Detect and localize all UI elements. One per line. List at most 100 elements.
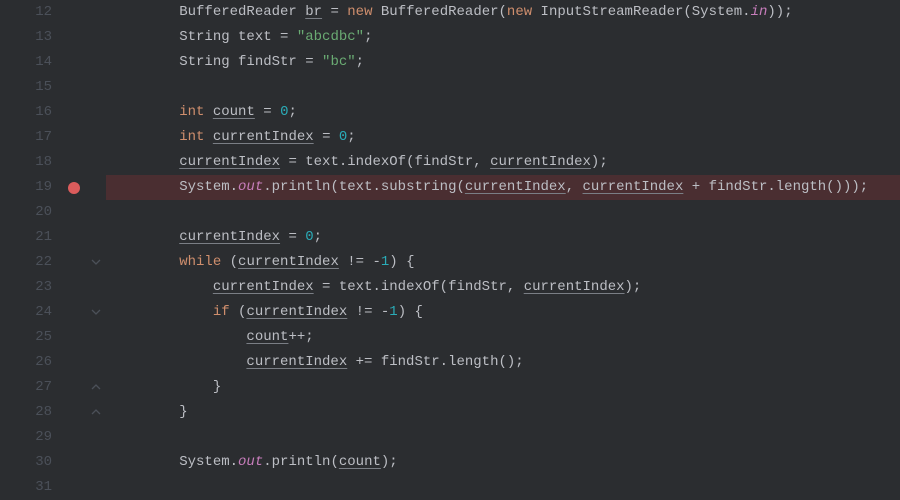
line-number[interactable]: 12 — [0, 0, 52, 25]
code-editor[interactable]: 1213141516171819202122232425262728293031… — [0, 0, 900, 500]
fold-cell[interactable] — [88, 100, 106, 125]
code-token[interactable]: , — [566, 179, 583, 195]
fold-cell[interactable] — [88, 125, 106, 150]
code-token[interactable]: "abcdbc" — [297, 29, 364, 45]
line-number[interactable]: 13 — [0, 25, 52, 50]
breakpoint-cell[interactable] — [60, 350, 88, 375]
code-token[interactable]: + findStr.length())); — [683, 179, 868, 195]
line-number[interactable]: 16 — [0, 100, 52, 125]
code-token[interactable]: int — [179, 129, 204, 145]
code-token[interactable]: count — [213, 104, 255, 120]
fold-cell[interactable] — [88, 325, 106, 350]
code-token[interactable]: currentIndex — [246, 354, 347, 370]
code-token[interactable]: "bc" — [322, 54, 356, 70]
code-token[interactable]: new — [507, 4, 532, 20]
line-number[interactable]: 29 — [0, 425, 52, 450]
code-line[interactable]: String text = "abcdbc"; — [112, 25, 900, 50]
code-token[interactable]: br — [305, 4, 322, 20]
line-number[interactable]: 14 — [0, 50, 52, 75]
code-line[interactable]: while (currentIndex != -1) { — [112, 250, 900, 275]
code-token[interactable]: } — [213, 379, 221, 395]
code-token[interactable]: while — [179, 254, 221, 270]
code-token[interactable]: )); — [767, 4, 792, 20]
code-token[interactable]: out — [238, 179, 263, 195]
line-number[interactable]: 18 — [0, 150, 52, 175]
fold-cell[interactable] — [88, 400, 106, 425]
fold-column[interactable] — [88, 0, 106, 500]
line-number[interactable]: 26 — [0, 350, 52, 375]
code-token[interactable]: currentIndex — [213, 279, 314, 295]
line-number[interactable]: 22 — [0, 250, 52, 275]
line-number-gutter[interactable]: 1213141516171819202122232425262728293031 — [0, 0, 60, 500]
fold-cell[interactable] — [88, 50, 106, 75]
line-number[interactable]: 27 — [0, 375, 52, 400]
code-token[interactable]: ) { — [398, 304, 423, 320]
code-token[interactable]: ( — [221, 254, 238, 270]
code-token[interactable]: 0 — [305, 229, 313, 245]
code-line[interactable]: System.out.println(text.substring(curren… — [112, 175, 900, 200]
code-token[interactable]: count — [339, 454, 381, 470]
code-line[interactable] — [112, 75, 900, 100]
code-token[interactable]: = — [322, 4, 347, 20]
code-token[interactable]: String findStr = — [179, 54, 322, 70]
code-token[interactable]: System. — [179, 454, 238, 470]
breakpoint-cell[interactable] — [60, 225, 88, 250]
fold-cell[interactable] — [88, 25, 106, 50]
code-line[interactable]: count++; — [112, 325, 900, 350]
code-token[interactable]: 1 — [389, 304, 397, 320]
fold-open-icon[interactable] — [90, 305, 102, 319]
code-token[interactable]: ; — [314, 229, 322, 245]
code-token[interactable]: .println(text.substring( — [263, 179, 465, 195]
code-token[interactable]: currentIndex — [213, 129, 314, 145]
fold-close-icon[interactable] — [90, 405, 102, 419]
fold-cell[interactable] — [88, 250, 106, 275]
fold-cell[interactable] — [88, 475, 106, 500]
fold-cell[interactable] — [88, 200, 106, 225]
code-token[interactable]: new — [347, 4, 372, 20]
code-token[interactable]: ( — [230, 304, 247, 320]
code-line[interactable]: int currentIndex = 0; — [112, 125, 900, 150]
code-area[interactable]: BufferedReader br = new BufferedReader(n… — [106, 0, 900, 500]
code-token[interactable]: out — [238, 454, 263, 470]
code-token[interactable]: int — [179, 104, 204, 120]
code-token[interactable]: String text = — [179, 29, 297, 45]
code-token[interactable]: currentIndex — [490, 154, 591, 170]
breakpoint-cell[interactable] — [60, 400, 88, 425]
fold-cell[interactable] — [88, 75, 106, 100]
fold-cell[interactable] — [88, 450, 106, 475]
code-token[interactable] — [204, 104, 212, 120]
fold-cell[interactable] — [88, 375, 106, 400]
code-token[interactable]: currentIndex — [246, 304, 347, 320]
code-token[interactable]: ); — [591, 154, 608, 170]
code-line[interactable]: } — [112, 400, 900, 425]
breakpoint-cell[interactable] — [60, 475, 88, 500]
line-number[interactable]: 15 — [0, 75, 52, 100]
fold-cell[interactable] — [88, 275, 106, 300]
code-line[interactable]: currentIndex = 0; — [112, 225, 900, 250]
code-line[interactable]: } — [112, 375, 900, 400]
code-token[interactable]: in — [751, 4, 768, 20]
line-number[interactable]: 25 — [0, 325, 52, 350]
breakpoint-cell[interactable] — [60, 425, 88, 450]
code-token[interactable]: } — [179, 404, 187, 420]
code-line[interactable]: BufferedReader br = new BufferedReader(n… — [112, 0, 900, 25]
breakpoint-cell[interactable] — [60, 275, 88, 300]
code-token[interactable]: currentIndex — [179, 154, 280, 170]
breakpoint-cell[interactable] — [60, 150, 88, 175]
fold-cell[interactable] — [88, 300, 106, 325]
code-token[interactable] — [204, 129, 212, 145]
breakpoint-icon[interactable] — [68, 182, 80, 194]
code-token[interactable]: ; — [364, 29, 372, 45]
code-token[interactable]: if — [213, 304, 230, 320]
code-token[interactable]: BufferedReader( — [373, 4, 507, 20]
breakpoint-cell[interactable] — [60, 375, 88, 400]
fold-cell[interactable] — [88, 350, 106, 375]
line-number[interactable]: 20 — [0, 200, 52, 225]
code-line[interactable] — [112, 200, 900, 225]
code-token[interactable]: BufferedReader — [179, 4, 305, 20]
breakpoint-cell[interactable] — [60, 250, 88, 275]
breakpoint-cell[interactable] — [60, 25, 88, 50]
breakpoint-cell[interactable] — [60, 75, 88, 100]
line-number[interactable]: 17 — [0, 125, 52, 150]
breakpoint-cell[interactable] — [60, 175, 88, 200]
